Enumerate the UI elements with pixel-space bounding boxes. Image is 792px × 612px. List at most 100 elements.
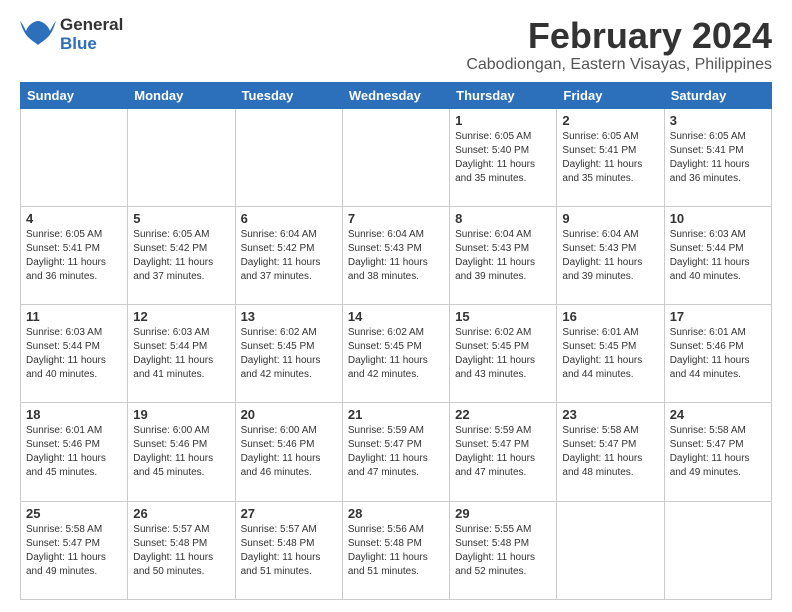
- week-row-1: 4 Sunrise: 6:05 AM Sunset: 5:41 PM Dayli…: [21, 206, 772, 304]
- day-number: 4: [26, 211, 122, 226]
- calendar-cell: 16 Sunrise: 6:01 AM Sunset: 5:45 PM Dayl…: [557, 305, 664, 403]
- day-number: 28: [348, 506, 444, 521]
- day-number: 8: [455, 211, 551, 226]
- sunset-text: Sunset: 5:43 PM: [455, 243, 529, 254]
- sunset-text: Sunset: 5:42 PM: [133, 243, 207, 254]
- daylight-text: Daylight: 11 hours and 51 minutes.: [348, 552, 428, 577]
- week-row-4: 25 Sunrise: 5:58 AM Sunset: 5:47 PM Dayl…: [21, 501, 772, 599]
- calendar-cell: 1 Sunrise: 6:05 AM Sunset: 5:40 PM Dayli…: [450, 108, 557, 206]
- sunrise-text: Sunrise: 6:00 AM: [133, 425, 209, 436]
- cell-content: Sunrise: 5:59 AM Sunset: 5:47 PM Dayligh…: [455, 424, 551, 480]
- calendar-cell: 21 Sunrise: 5:59 AM Sunset: 5:47 PM Dayl…: [342, 403, 449, 501]
- cell-content: Sunrise: 6:00 AM Sunset: 5:46 PM Dayligh…: [133, 424, 229, 480]
- header-monday: Monday: [128, 82, 235, 108]
- sunrise-text: Sunrise: 6:01 AM: [562, 327, 638, 338]
- calendar-cell: 23 Sunrise: 5:58 AM Sunset: 5:47 PM Dayl…: [557, 403, 664, 501]
- cell-content: Sunrise: 6:04 AM Sunset: 5:43 PM Dayligh…: [455, 228, 551, 284]
- sunrise-text: Sunrise: 6:05 AM: [133, 229, 209, 240]
- daylight-text: Daylight: 11 hours and 37 minutes.: [133, 257, 213, 282]
- sunset-text: Sunset: 5:46 PM: [670, 341, 744, 352]
- calendar-cell: 22 Sunrise: 5:59 AM Sunset: 5:47 PM Dayl…: [450, 403, 557, 501]
- sunrise-text: Sunrise: 6:04 AM: [241, 229, 317, 240]
- cell-content: Sunrise: 6:04 AM Sunset: 5:43 PM Dayligh…: [348, 228, 444, 284]
- sunrise-text: Sunrise: 5:59 AM: [348, 425, 424, 436]
- cell-content: Sunrise: 6:02 AM Sunset: 5:45 PM Dayligh…: [348, 326, 444, 382]
- calendar-cell: 9 Sunrise: 6:04 AM Sunset: 5:43 PM Dayli…: [557, 206, 664, 304]
- daylight-text: Daylight: 11 hours and 40 minutes.: [26, 355, 106, 380]
- calendar-cell: 25 Sunrise: 5:58 AM Sunset: 5:47 PM Dayl…: [21, 501, 128, 599]
- sunrise-text: Sunrise: 6:02 AM: [241, 327, 317, 338]
- calendar-cell: [342, 108, 449, 206]
- day-number: 23: [562, 407, 658, 422]
- calendar-cell: 11 Sunrise: 6:03 AM Sunset: 5:44 PM Dayl…: [21, 305, 128, 403]
- daylight-text: Daylight: 11 hours and 35 minutes.: [562, 159, 642, 184]
- sunset-text: Sunset: 5:48 PM: [455, 538, 529, 549]
- calendar-cell: 2 Sunrise: 6:05 AM Sunset: 5:41 PM Dayli…: [557, 108, 664, 206]
- header-wednesday: Wednesday: [342, 82, 449, 108]
- location: Cabodiongan, Eastern Visayas, Philippine…: [466, 56, 772, 74]
- calendar-cell: 18 Sunrise: 6:01 AM Sunset: 5:46 PM Dayl…: [21, 403, 128, 501]
- daylight-text: Daylight: 11 hours and 45 minutes.: [26, 453, 106, 478]
- logo-bird-icon: [20, 17, 56, 53]
- title-area: February 2024 Cabodiongan, Eastern Visay…: [466, 16, 772, 74]
- sunrise-text: Sunrise: 5:59 AM: [455, 425, 531, 436]
- header-tuesday: Tuesday: [235, 82, 342, 108]
- day-number: 19: [133, 407, 229, 422]
- cell-content: Sunrise: 5:56 AM Sunset: 5:48 PM Dayligh…: [348, 523, 444, 579]
- cell-content: Sunrise: 6:05 AM Sunset: 5:41 PM Dayligh…: [26, 228, 122, 284]
- day-number: 1: [455, 113, 551, 128]
- calendar-cell: 14 Sunrise: 6:02 AM Sunset: 5:45 PM Dayl…: [342, 305, 449, 403]
- daylight-text: Daylight: 11 hours and 41 minutes.: [133, 355, 213, 380]
- calendar-cell: 19 Sunrise: 6:00 AM Sunset: 5:46 PM Dayl…: [128, 403, 235, 501]
- sunrise-text: Sunrise: 6:03 AM: [26, 327, 102, 338]
- header-row: Sunday Monday Tuesday Wednesday Thursday…: [21, 82, 772, 108]
- day-number: 21: [348, 407, 444, 422]
- day-number: 2: [562, 113, 658, 128]
- sunrise-text: Sunrise: 6:05 AM: [26, 229, 102, 240]
- daylight-text: Daylight: 11 hours and 42 minutes.: [241, 355, 321, 380]
- calendar-cell: 24 Sunrise: 5:58 AM Sunset: 5:47 PM Dayl…: [664, 403, 771, 501]
- day-number: 14: [348, 309, 444, 324]
- calendar-cell: 28 Sunrise: 5:56 AM Sunset: 5:48 PM Dayl…: [342, 501, 449, 599]
- sunset-text: Sunset: 5:47 PM: [670, 439, 744, 450]
- sunrise-text: Sunrise: 6:04 AM: [455, 229, 531, 240]
- calendar-cell: 4 Sunrise: 6:05 AM Sunset: 5:41 PM Dayli…: [21, 206, 128, 304]
- sunset-text: Sunset: 5:41 PM: [670, 145, 744, 156]
- sunrise-text: Sunrise: 5:55 AM: [455, 524, 531, 535]
- week-row-3: 18 Sunrise: 6:01 AM Sunset: 5:46 PM Dayl…: [21, 403, 772, 501]
- day-number: 22: [455, 407, 551, 422]
- calendar-cell: 15 Sunrise: 6:02 AM Sunset: 5:45 PM Dayl…: [450, 305, 557, 403]
- daylight-text: Daylight: 11 hours and 36 minutes.: [26, 257, 106, 282]
- sunset-text: Sunset: 5:41 PM: [26, 243, 100, 254]
- sunset-text: Sunset: 5:45 PM: [455, 341, 529, 352]
- daylight-text: Daylight: 11 hours and 47 minutes.: [455, 453, 535, 478]
- calendar-cell: [128, 108, 235, 206]
- header-saturday: Saturday: [664, 82, 771, 108]
- calendar-cell: 3 Sunrise: 6:05 AM Sunset: 5:41 PM Dayli…: [664, 108, 771, 206]
- daylight-text: Daylight: 11 hours and 39 minutes.: [455, 257, 535, 282]
- header: General Blue February 2024 Cabodiongan, …: [20, 16, 772, 74]
- sunset-text: Sunset: 5:41 PM: [562, 145, 636, 156]
- daylight-text: Daylight: 11 hours and 43 minutes.: [455, 355, 535, 380]
- daylight-text: Daylight: 11 hours and 36 minutes.: [670, 159, 750, 184]
- daylight-text: Daylight: 11 hours and 47 minutes.: [348, 453, 428, 478]
- sunset-text: Sunset: 5:47 PM: [562, 439, 636, 450]
- day-number: 5: [133, 211, 229, 226]
- calendar-cell: 13 Sunrise: 6:02 AM Sunset: 5:45 PM Dayl…: [235, 305, 342, 403]
- calendar-cell: 20 Sunrise: 6:00 AM Sunset: 5:46 PM Dayl…: [235, 403, 342, 501]
- cell-content: Sunrise: 5:57 AM Sunset: 5:48 PM Dayligh…: [133, 523, 229, 579]
- calendar-cell: 6 Sunrise: 6:04 AM Sunset: 5:42 PM Dayli…: [235, 206, 342, 304]
- day-number: 7: [348, 211, 444, 226]
- day-number: 20: [241, 407, 337, 422]
- day-number: 12: [133, 309, 229, 324]
- cell-content: Sunrise: 5:55 AM Sunset: 5:48 PM Dayligh…: [455, 523, 551, 579]
- calendar-cell: 17 Sunrise: 6:01 AM Sunset: 5:46 PM Dayl…: [664, 305, 771, 403]
- daylight-text: Daylight: 11 hours and 44 minutes.: [562, 355, 642, 380]
- daylight-text: Daylight: 11 hours and 50 minutes.: [133, 552, 213, 577]
- sunrise-text: Sunrise: 6:05 AM: [670, 131, 746, 142]
- day-number: 18: [26, 407, 122, 422]
- cell-content: Sunrise: 6:03 AM Sunset: 5:44 PM Dayligh…: [133, 326, 229, 382]
- daylight-text: Daylight: 11 hours and 38 minutes.: [348, 257, 428, 282]
- sunset-text: Sunset: 5:45 PM: [241, 341, 315, 352]
- calendar-cell: 26 Sunrise: 5:57 AM Sunset: 5:48 PM Dayl…: [128, 501, 235, 599]
